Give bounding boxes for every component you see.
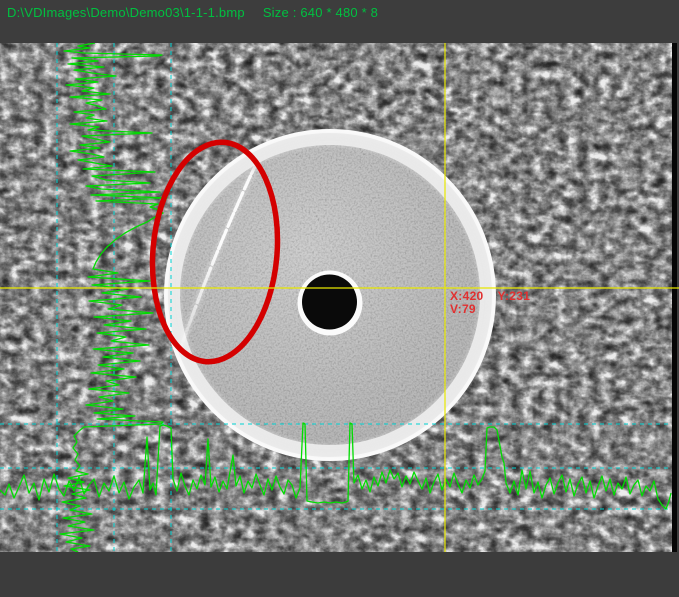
cursor-x-label: X:420	[450, 289, 484, 303]
title-bar: D:\VDImages\Demo\Demo03\1-1-1.bmp Size : …	[0, 0, 679, 43]
inspection-canvas	[0, 43, 679, 552]
file-path-label: D:\VDImages\Demo\Demo03\1-1-1.bmp	[7, 5, 245, 20]
cursor-readout-value: V:79	[450, 303, 530, 316]
bottom-bar	[0, 552, 679, 597]
app-window: D:\VDImages\Demo\Demo03\1-1-1.bmp Size : …	[0, 0, 679, 597]
background-highlight-speck	[18, 85, 23, 90]
image-size-label: Size : 640 * 480 * 8	[263, 5, 378, 20]
camera-image	[0, 43, 679, 552]
cursor-y-label: Y:231	[498, 289, 531, 303]
image-viewport[interactable]: X:420 Y:231 V:79	[0, 43, 679, 552]
cursor-readout: X:420 Y:231 V:79	[450, 290, 530, 316]
background-highlight-speck	[61, 202, 65, 206]
washer-hole	[302, 275, 357, 330]
right-black-strip	[672, 43, 677, 552]
background-highlight-speck	[146, 431, 149, 434]
cursor-value-label: V:79	[450, 302, 476, 316]
